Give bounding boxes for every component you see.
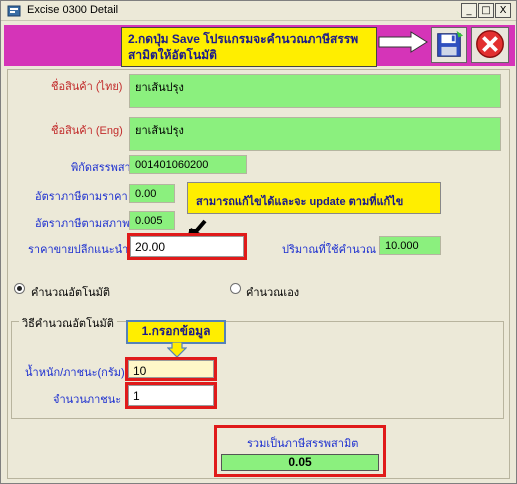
save-instruction-callout: 2.กดปุ่ม Save โปรแกรมจะคำนวณภาษีสรรพสามิ… xyxy=(121,27,377,67)
total-excise-label: รวมเป็นภาษีสรรพสามิต xyxy=(247,438,359,450)
save-button[interactable] xyxy=(431,27,467,63)
retail-price-label: ราคาขายปลีกแนะนำ xyxy=(28,244,129,256)
auto-calc-group-title: วิธีคำนวณอัตโนมัติ xyxy=(19,314,117,332)
quantity-used-field[interactable]: 10.000 xyxy=(379,236,441,255)
product-name-en-label: ชื่อสินค้า (Eng) xyxy=(51,125,123,137)
weight-input[interactable]: 10 xyxy=(128,360,214,378)
specific-rate-label: อัตราภาษีตามสภาพ xyxy=(35,218,130,230)
product-name-th-field[interactable]: ยาเส้นปรุง xyxy=(129,74,501,108)
step1-callout: 1.กรอกข้อมูล xyxy=(126,320,226,344)
window-title: Excise 0300 Detail xyxy=(27,4,119,16)
total-excise-frame: รวมเป็นภาษีสรรพสามิต 0.05 xyxy=(214,425,386,477)
excise-detail-window: Excise 0300 Detail _ □ X 2.กดปุ่ม Save โ… xyxy=(0,0,517,484)
quantity-used-label: ปริมาณที่ใช้คำนวณ xyxy=(282,244,377,256)
cancel-x-icon xyxy=(476,30,504,58)
excise-code-field[interactable]: 001401060200 xyxy=(129,155,247,174)
retail-price-frame: 20.00 xyxy=(127,233,247,260)
total-excise-value: 0.05 xyxy=(221,454,379,471)
product-name-th-label: ชื่อสินค้า (ไทย) xyxy=(51,81,123,93)
containers-input[interactable]: 1 xyxy=(128,385,214,406)
cancel-button[interactable] xyxy=(471,27,509,63)
close-window-button[interactable]: X xyxy=(495,3,511,18)
specific-rate-field[interactable]: 0.005 xyxy=(129,211,175,230)
manual-calc-label: คำนวณเอง xyxy=(246,287,300,299)
weight-frame: 10 xyxy=(125,357,217,381)
ad-valorem-rate-label: อัตราภาษีตามราคา xyxy=(35,191,128,203)
weight-label: น้ำหนัก/ภาชนะ(กรัม) xyxy=(25,367,125,379)
minimize-button[interactable]: _ xyxy=(461,3,477,18)
auto-calc-label: คำนวณอัตโนมัติ xyxy=(31,287,111,299)
step1-down-arrow-icon xyxy=(167,342,187,358)
title-bar: Excise 0300 Detail _ □ X xyxy=(1,1,516,21)
containers-label: จำนวนภาชนะ xyxy=(53,394,122,406)
auto-calc-radio[interactable] xyxy=(14,283,25,294)
retail-price-input[interactable]: 20.00 xyxy=(130,236,244,257)
maximize-button[interactable]: □ xyxy=(478,3,494,18)
product-name-en-field[interactable]: ยาเส้นปรุง xyxy=(129,117,501,151)
arrow-right-icon xyxy=(378,31,428,53)
ad-valorem-rate-field[interactable]: 0.00 xyxy=(129,184,175,203)
manual-calc-radio[interactable] xyxy=(230,283,241,294)
editable-note: สามารถแก้ไขได้และจะ update ตามที่แก้ไข xyxy=(187,182,441,214)
floppy-disk-icon xyxy=(437,30,464,57)
app-icon xyxy=(7,5,21,17)
containers-frame: 1 xyxy=(125,382,217,409)
